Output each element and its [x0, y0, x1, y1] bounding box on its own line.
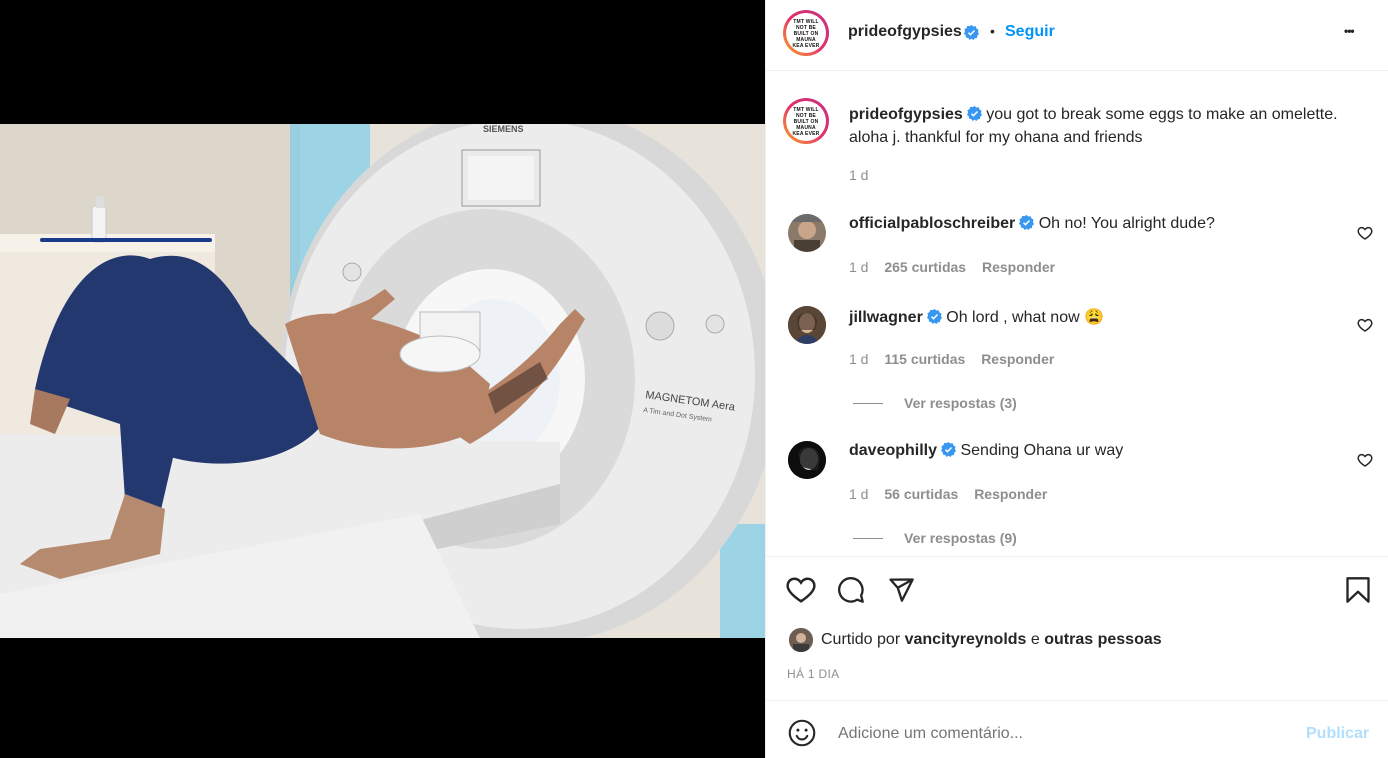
share-icon[interactable] — [887, 576, 915, 604]
post-header: TMT WILL NOT BE BUILT ON MAUNA KEA EVER … — [766, 0, 1388, 71]
comment-heart-icon[interactable] — [1357, 317, 1373, 333]
verified-badge-icon — [1019, 215, 1035, 230]
comment-likes[interactable]: 56 curtidas — [884, 486, 958, 502]
more-options-icon[interactable]: ••• — [1344, 24, 1355, 38]
comment-time: 1 d — [849, 351, 869, 367]
commenter-avatar[interactable] — [788, 441, 826, 479]
verified-badge-icon — [941, 442, 957, 457]
reply-button[interactable]: Responder — [981, 351, 1054, 367]
liker-avatar[interactable] — [789, 628, 813, 652]
liked-by-user[interactable]: vancityreynolds — [905, 631, 1027, 648]
post-side-panel: TMT WILL NOT BE BUILT ON MAUNA KEA EVER … — [765, 0, 1388, 758]
post-timestamp: HÁ 1 DIA — [787, 667, 840, 681]
view-replies-button[interactable]: Ver respostas (3) — [904, 395, 1017, 411]
comment-icon[interactable] — [837, 576, 865, 604]
verified-badge-icon — [966, 106, 982, 121]
comment-username[interactable]: daveophilly — [849, 442, 937, 459]
comment-text: daveophilly Sending Ohana ur way — [849, 442, 1123, 460]
avatar-lettering: TMT WILL NOT BE BUILT ON MAUNA KEA EVER — [792, 19, 820, 49]
comment-username[interactable]: jillwagner — [849, 309, 923, 326]
comment-composer: Publicar — [766, 700, 1388, 758]
commenter-avatar[interactable] — [788, 214, 826, 252]
comment-text: jillwagner Oh lord , what now 😩 — [849, 307, 1104, 327]
verified-badge-icon — [964, 25, 979, 40]
comment-time: 1 d — [849, 259, 869, 275]
caption-username[interactable]: prideofgypsies — [849, 106, 963, 123]
comment-time: 1 d — [849, 486, 869, 502]
caption-time: 1 d — [849, 167, 869, 183]
author-username[interactable]: prideofgypsies — [848, 23, 962, 41]
post-actions: Curtido por vancityreynolds e outras pes… — [766, 556, 1388, 681]
comment-body: Sending Ohana ur way — [960, 442, 1124, 459]
follow-button[interactable]: Seguir — [1005, 23, 1055, 41]
view-replies-button[interactable]: Ver respostas (9) — [904, 530, 1017, 546]
post-photo: SIEMENS MAGNETOM Aera A Tim and Dot Syst… — [0, 124, 765, 638]
header-separator: • — [990, 23, 995, 39]
comment-input[interactable] — [836, 718, 1280, 750]
replies-divider — [853, 403, 883, 404]
comment-meta: 1 d 56 curtidas Responder — [849, 486, 1047, 502]
comment-body: Oh no! You alright dude? — [1038, 215, 1215, 232]
commenter-avatar[interactable] — [788, 306, 826, 344]
comment-likes[interactable]: 265 curtidas — [884, 259, 966, 275]
comment-body: Oh lord , what now 😩 — [946, 309, 1105, 326]
comment-heart-icon[interactable] — [1357, 452, 1373, 468]
mri-brand: SIEMENS — [483, 124, 524, 134]
reply-button[interactable]: Responder — [974, 486, 1047, 502]
mri-scene-illustration: SIEMENS MAGNETOM Aera A Tim and Dot Syst… — [0, 124, 765, 638]
bookmark-icon[interactable] — [1345, 576, 1371, 604]
comment-meta: 1 d 265 curtidas Responder — [849, 259, 1055, 275]
emoji-icon[interactable] — [788, 719, 816, 747]
comment-likes[interactable]: 115 curtidas — [884, 351, 965, 367]
reply-button[interactable]: Responder — [982, 259, 1055, 275]
author-avatar[interactable]: TMT WILL NOT BE BUILT ON MAUNA KEA EVER — [783, 10, 829, 56]
comment-meta: 1 d 115 curtidas Responder — [849, 351, 1054, 367]
comment-heart-icon[interactable] — [1357, 225, 1373, 241]
post-media[interactable]: SIEMENS MAGNETOM Aera A Tim and Dot Syst… — [0, 0, 765, 758]
liked-by-others[interactable]: outras pessoas — [1044, 631, 1161, 648]
caption-avatar-lettering: TMT WILL NOT BE BUILT ON MAUNA KEA EVER — [792, 107, 820, 137]
caption-text: prideofgypsies you got to break some egg… — [849, 103, 1349, 149]
replies-divider — [853, 538, 883, 539]
comment-username[interactable]: officialpabloschreiber — [849, 215, 1015, 232]
verified-badge-icon — [926, 309, 942, 324]
liked-by-line: Curtido por vancityreynolds e outras pes… — [821, 631, 1162, 649]
heart-icon[interactable] — [786, 576, 816, 604]
caption-author-avatar[interactable]: TMT WILL NOT BE BUILT ON MAUNA KEA EVER — [783, 98, 829, 144]
liked-by-prefix: Curtido por — [821, 631, 901, 648]
liked-by-conj: e — [1030, 631, 1040, 648]
comment-text: officialpabloschreiber Oh no! You alrigh… — [849, 215, 1215, 233]
publish-button[interactable]: Publicar — [1306, 725, 1369, 743]
